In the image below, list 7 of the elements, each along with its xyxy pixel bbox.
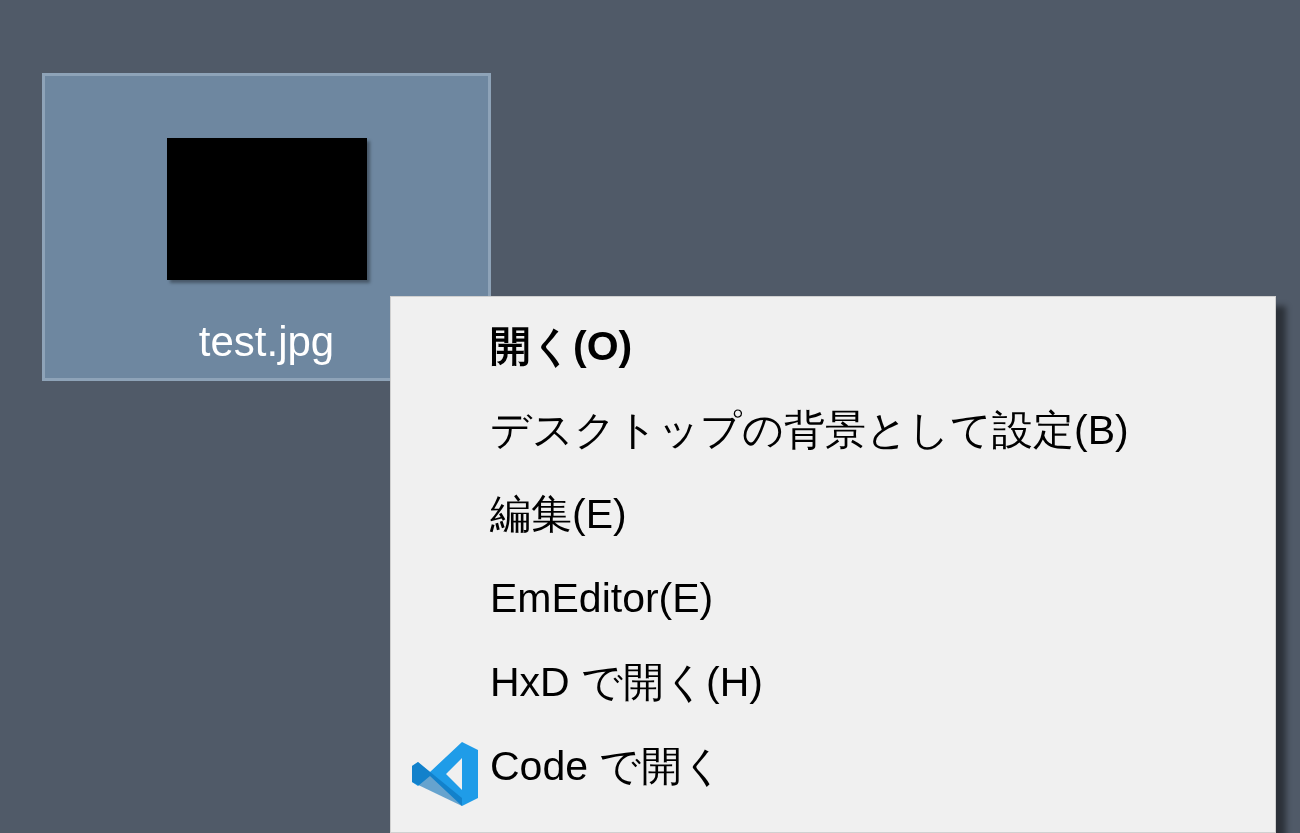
desktop-icon[interactable]: test.jpg	[42, 73, 491, 381]
menu-item[interactable]: デスクトップの背景として設定(B)	[391, 389, 1275, 473]
menu-item[interactable]: Code で開く	[391, 725, 1275, 809]
menu-item[interactable]: HxD で開く(H)	[391, 641, 1275, 725]
menu-item[interactable]: EmEditor(E)	[391, 557, 1275, 641]
menu-item[interactable]: 編集(E)	[391, 473, 1275, 557]
icon-label: test.jpg	[198, 318, 335, 366]
